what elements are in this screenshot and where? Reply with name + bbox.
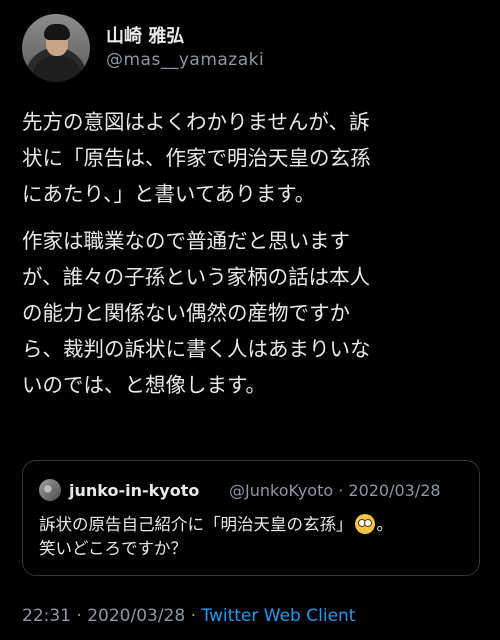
author-display-name[interactable]: 山崎 雅弘 <box>106 22 184 48</box>
quoted-author-avatar <box>39 479 61 501</box>
quoted-tweet-card[interactable]: junko-in-kyoto @JunkoKyoto · 2020/03/28 … <box>22 460 480 576</box>
quoted-author-name: junko-in-kyoto <box>69 481 200 500</box>
tweet-footer: 22:31 · 2020/03/28 · Twitter Web Client <box>22 606 355 626</box>
avatar-hair-shape <box>44 24 70 40</box>
avatar-body-shape <box>32 56 82 82</box>
tweet-paragraph-2: 作家は職業なので普通だと思います が、誰々の子孫という家柄の話は本人 の能力と関… <box>22 229 371 397</box>
quoted-author-meta: @JunkoKyoto · 2020/03/28 <box>229 481 441 500</box>
tweet-client-link[interactable]: Twitter Web Client <box>201 606 355 626</box>
tweet-timestamp[interactable]: 22:31 · 2020/03/28 · <box>22 606 201 626</box>
tweet-body: 先方の意図はよくわかりませんが、訴 状に「原告は、作家で明治天皇の玄孫 にあたり… <box>22 104 482 414</box>
tweet-header: 山崎 雅弘 @mas__yamazaki <box>22 14 482 84</box>
quoted-text-line1-end: 。 <box>376 515 394 534</box>
quoted-tweet-text: 訴状の原告自己紹介に「明治天皇の玄孫」 。 笑いどころですか？ <box>39 513 469 561</box>
quoted-text-line2: 笑いどころですか？ <box>39 539 188 558</box>
author-avatar[interactable] <box>22 14 90 82</box>
quoted-text-line1: 訴状の原告自己紹介に「明治天皇の玄孫」 <box>39 515 353 534</box>
flushed-face-icon <box>354 514 375 534</box>
author-handle[interactable]: @mas__yamazaki <box>106 50 264 70</box>
tweet-paragraph-1: 先方の意図はよくわかりませんが、訴 状に「原告は、作家で明治天皇の玄孫 にあたり… <box>22 110 371 206</box>
